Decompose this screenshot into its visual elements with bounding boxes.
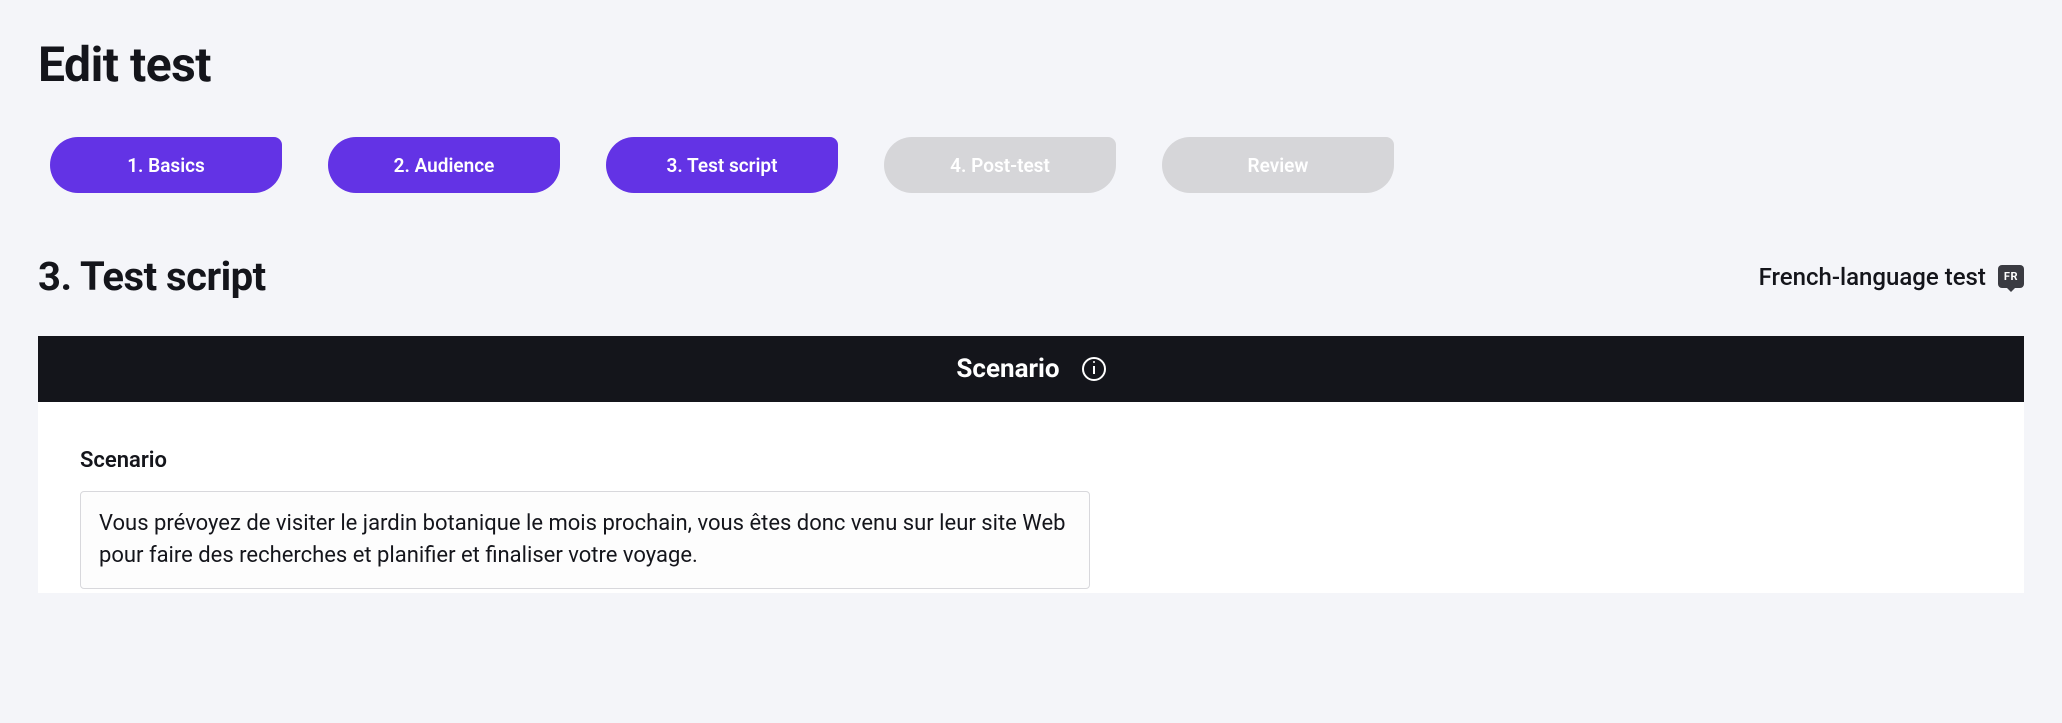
language-indicator: French-language test FR: [1759, 263, 2024, 291]
step-test-script[interactable]: 3. Test script: [606, 137, 838, 193]
step-post-test[interactable]: 4. Post-test: [884, 137, 1116, 193]
scenario-panel-header: Scenario: [38, 336, 2024, 402]
language-text: French-language test: [1759, 263, 1986, 291]
step-audience[interactable]: 2. Audience: [328, 137, 560, 193]
scenario-field-label: Scenario: [80, 448, 1982, 473]
step-review[interactable]: Review: [1162, 137, 1394, 193]
page-title: Edit test: [38, 36, 2024, 93]
scenario-textarea[interactable]: Vous prévoyez de visiter le jardin botan…: [80, 491, 1090, 589]
wizard-steps: 1. Basics 2. Audience 3. Test script 4. …: [38, 137, 2024, 193]
scenario-panel: Scenario Scenario Vous prévoyez de visit…: [38, 336, 2024, 593]
scenario-header-title: Scenario: [956, 354, 1059, 384]
language-badge: FR: [1998, 265, 2024, 288]
info-icon[interactable]: [1082, 357, 1106, 381]
step-basics[interactable]: 1. Basics: [50, 137, 282, 193]
scenario-body: Scenario Vous prévoyez de visiter le jar…: [38, 402, 2024, 593]
section-header: 3. Test script French-language test FR: [38, 253, 2024, 300]
section-title: 3. Test script: [38, 253, 266, 300]
